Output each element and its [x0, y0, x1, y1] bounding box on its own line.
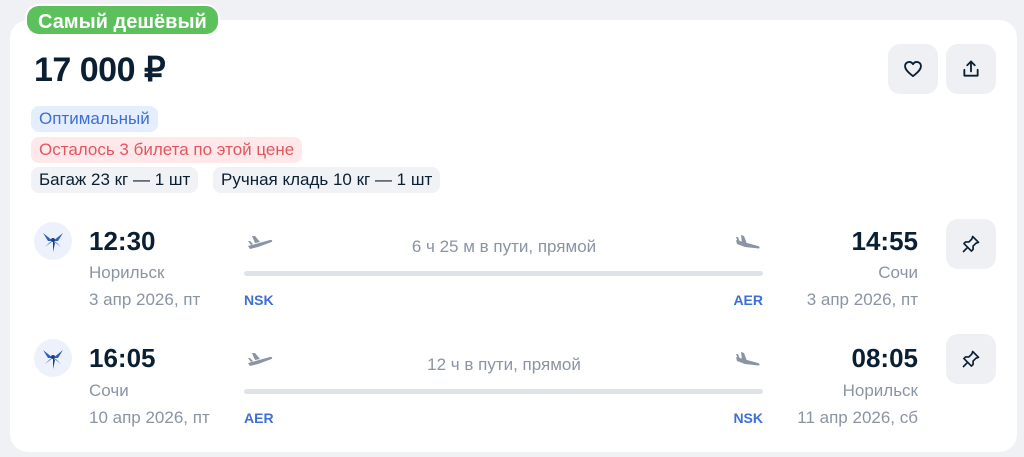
arrival-date: 3 апр 2026, пт: [806, 290, 918, 309]
plane-takeoff-icon: [248, 353, 273, 366]
plane-landing-icon: [736, 352, 760, 366]
hand-luggage-tag: Ручная кладь 10 кг — 1 шт: [213, 167, 441, 193]
flight-duration: 12 ч в пути, прямой: [427, 355, 581, 374]
plane-landing-icon: [736, 235, 760, 249]
airline-logo-icon: [34, 339, 72, 377]
route-line: [244, 271, 763, 276]
departure-time: 16:05: [89, 343, 156, 373]
favorite-button[interactable]: [888, 44, 938, 94]
departure-date: 3 апр 2026, пт: [89, 290, 201, 309]
ticket-price: 17 000 ₽: [34, 51, 166, 89]
arrival-airport-code: NSK: [733, 410, 763, 426]
departure-time: 12:30: [89, 226, 156, 256]
departure-airport-code: AER: [244, 410, 274, 426]
tickets-left-tag: Осталось 3 билета по этой цене: [31, 137, 303, 163]
arrival-city: Сочи: [878, 263, 918, 282]
arrival-airport-code: AER: [733, 292, 763, 308]
baggage-tag: Багаж 23 кг — 1 шт: [31, 167, 199, 193]
plane-takeoff-icon: [248, 236, 273, 249]
arrival-time: 08:05: [851, 343, 919, 373]
pin-button[interactable]: [946, 219, 996, 269]
cheapest-badge: Самый дешёвый: [25, 4, 220, 36]
heart-icon: [904, 61, 922, 78]
departure-city: Норильск: [89, 263, 165, 282]
pin-button[interactable]: [946, 334, 996, 384]
flight-duration: 6 ч 25 м в пути, прямой: [411, 237, 597, 256]
departure-airport-code: NSK: [244, 292, 274, 308]
departure-date: 10 апр 2026, пт: [89, 408, 210, 427]
share-icon: [963, 60, 979, 77]
arrival-time: 14:55: [851, 226, 919, 256]
departure-city: Сочи: [89, 381, 129, 400]
pin-icon: [962, 235, 980, 253]
arrival-date: 11 апр 2026, сб: [797, 408, 918, 427]
share-button[interactable]: [946, 44, 996, 94]
pin-icon: [962, 350, 980, 368]
airline-logo-icon: [34, 222, 72, 260]
arrival-city: Норильск: [842, 381, 918, 400]
optimal-tag: Оптимальный: [31, 106, 158, 132]
route-line: [244, 389, 763, 394]
